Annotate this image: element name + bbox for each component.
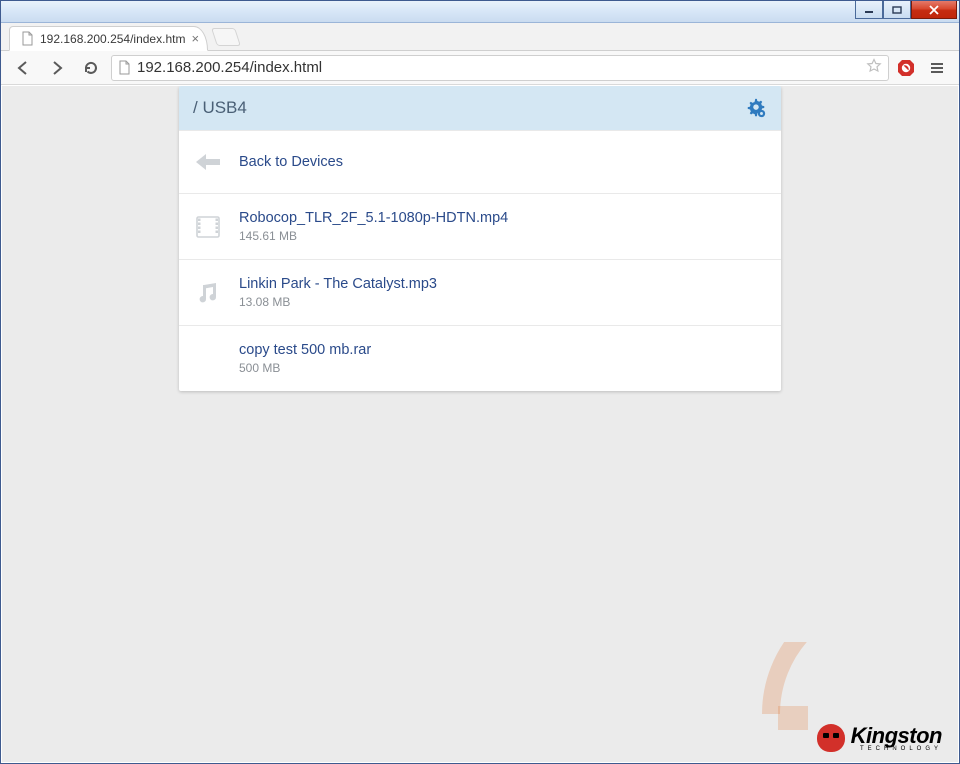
kingston-watermark: Kingston TECHNOLOGY	[817, 724, 942, 752]
back-label: Back to Devices	[239, 154, 343, 170]
site-identity-icon	[118, 60, 131, 75]
tab-close-icon[interactable]: ×	[191, 31, 199, 46]
url-text: 192.168.200.254/index.html	[137, 59, 860, 76]
file-panel: / USB4 Back	[179, 86, 781, 391]
file-row[interactable]: Linkin Park - The Catalyst.mp3 13.08 MB	[179, 259, 781, 325]
bookmark-star-icon[interactable]	[866, 58, 882, 78]
reload-button[interactable]	[77, 54, 105, 82]
generic-file-icon	[193, 344, 223, 374]
tab-title: 192.168.200.254/index.htm	[40, 32, 185, 46]
file-size: 13.08 MB	[239, 295, 437, 309]
browser-window: 192.168.200.254/index.htm × 192.168.200.…	[0, 0, 960, 764]
file-size: 500 MB	[239, 361, 371, 375]
browser-menu-button[interactable]	[923, 54, 951, 82]
breadcrumb: / USB4	[193, 98, 247, 118]
kingston-logo-icon	[817, 724, 845, 752]
window-titlebar[interactable]	[1, 1, 959, 23]
watermark-decoration	[778, 706, 808, 730]
file-size: 145.61 MB	[239, 229, 508, 243]
extension-adblock-icon[interactable]	[895, 57, 917, 79]
settings-gear-icon[interactable]	[745, 97, 767, 119]
browser-toolbar: 192.168.200.254/index.html	[1, 51, 959, 85]
file-row[interactable]: copy test 500 mb.rar 500 MB	[179, 325, 781, 391]
new-tab-button[interactable]	[211, 28, 241, 46]
file-name: Robocop_TLR_2F_5.1-1080p-HDTN.mp4	[239, 210, 508, 226]
back-arrow-icon	[193, 147, 223, 177]
forward-button[interactable]	[43, 54, 71, 82]
page-viewport: / USB4 Back	[2, 86, 958, 762]
back-button[interactable]	[9, 54, 37, 82]
file-name: copy test 500 mb.rar	[239, 342, 371, 358]
file-name: Linkin Park - The Catalyst.mp3	[239, 276, 437, 292]
address-bar[interactable]: 192.168.200.254/index.html	[111, 55, 889, 81]
audio-file-icon	[193, 278, 223, 308]
brand-text: Kingston	[851, 725, 942, 747]
tab-strip: 192.168.200.254/index.htm ×	[1, 23, 959, 51]
brand-tagline: TECHNOLOGY	[851, 746, 942, 752]
window-minimize-button[interactable]	[855, 1, 883, 19]
window-maximize-button[interactable]	[883, 1, 911, 19]
video-file-icon	[193, 212, 223, 242]
panel-header: / USB4	[179, 86, 781, 130]
back-to-devices-row[interactable]: Back to Devices	[179, 130, 781, 193]
file-row[interactable]: Robocop_TLR_2F_5.1-1080p-HDTN.mp4 145.61…	[179, 193, 781, 259]
window-close-button[interactable]	[911, 1, 957, 19]
browser-tab[interactable]: 192.168.200.254/index.htm ×	[9, 26, 208, 51]
page-icon	[20, 32, 34, 46]
